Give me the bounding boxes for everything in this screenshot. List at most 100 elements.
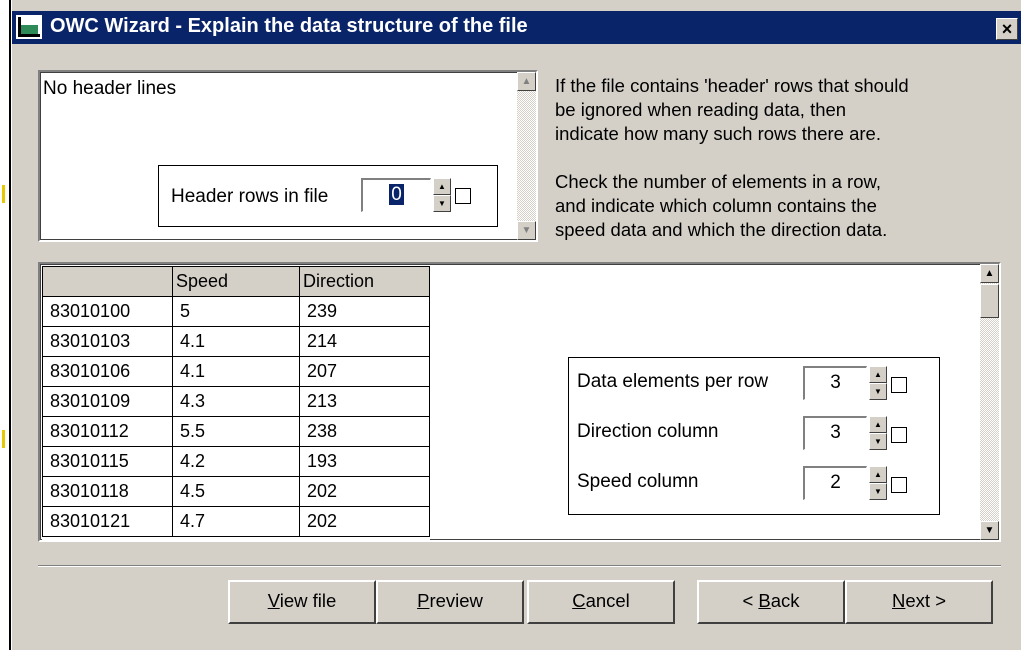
elements-per-row-spinner[interactable]: ▲ ▼ xyxy=(869,366,887,400)
spin-down-icon[interactable]: ▼ xyxy=(869,383,887,400)
table-cell: 5.5 xyxy=(172,416,300,447)
table-cell: 202 xyxy=(299,506,430,537)
header-rows-label: Header rows in file xyxy=(171,186,329,207)
direction-column-input[interactable]: 3 xyxy=(803,416,867,450)
table-cell: 239 xyxy=(299,296,430,327)
table-cell: 4.2 xyxy=(172,446,300,477)
table-cell: 83010106 xyxy=(42,356,173,387)
table-cell: 83010109 xyxy=(42,386,173,417)
column-header-direction[interactable]: Direction xyxy=(299,266,430,297)
table-cell: 83010115 xyxy=(42,446,173,477)
back-mnemonic: B xyxy=(758,590,771,611)
next-mnemonic: N xyxy=(892,590,906,611)
table-cell: 83010103 xyxy=(42,326,173,357)
chart-icon xyxy=(16,15,42,39)
spin-up-icon[interactable]: ▲ xyxy=(869,416,887,433)
data-table: Speed Direction 83010100 5 239 83010103 4.1 2… xyxy=(42,266,430,537)
preview-button[interactable]: Preview xyxy=(376,580,524,624)
separator xyxy=(38,565,1001,567)
header-rows-value: 0 xyxy=(389,184,404,205)
data-preview-scrollbar[interactable]: ▲ ▼ xyxy=(980,264,999,540)
back-prefix: < xyxy=(742,590,759,611)
elements-per-row-checkbox[interactable] xyxy=(891,377,907,393)
table-cell: 83010118 xyxy=(42,476,173,507)
spin-down-icon[interactable]: ▼ xyxy=(869,433,887,450)
spin-up-icon[interactable]: ▲ xyxy=(433,178,451,195)
cancel-label: ancel xyxy=(585,590,630,611)
table-row: 83010112 5.5 238 xyxy=(42,416,430,447)
back-button[interactable]: < Back xyxy=(697,580,845,624)
close-icon[interactable]: × xyxy=(996,18,1018,40)
column-header-speed[interactable]: Speed xyxy=(172,266,300,297)
speed-column-spinner[interactable]: ▲ ▼ xyxy=(869,466,887,500)
back-label: ack xyxy=(770,590,800,611)
table-row: 83010109 4.3 213 xyxy=(42,386,430,417)
table-row: 83010106 4.1 207 xyxy=(42,356,430,387)
direction-column-checkbox[interactable] xyxy=(891,427,907,443)
table-row: 83010100 5 239 xyxy=(42,296,430,327)
instruction-line: Check the number of elements in a row, xyxy=(555,171,881,192)
next-button[interactable]: Next > xyxy=(845,580,993,624)
table-cell: 83010121 xyxy=(42,506,173,537)
preview-label: review xyxy=(429,590,483,611)
arrow-up-icon[interactable]: ▲ xyxy=(517,72,536,91)
window-left-edge xyxy=(0,0,12,650)
table-cell: 214 xyxy=(299,326,430,357)
table-cell: 4.7 xyxy=(172,506,300,537)
arrow-up-icon[interactable]: ▲ xyxy=(980,264,999,283)
instructions-para-1: If the file contains 'header' rows that … xyxy=(555,74,1005,146)
table-cell: 4.1 xyxy=(172,326,300,357)
window-title: OWC Wizard - Explain the data structure … xyxy=(50,15,528,37)
table-row: 83010118 4.5 202 xyxy=(42,476,430,507)
elements-per-row-label: Data elements per row xyxy=(577,371,769,392)
speed-column-input[interactable]: 2 xyxy=(803,466,867,500)
arrow-down-icon[interactable]: ▼ xyxy=(980,521,999,540)
column-header xyxy=(42,266,173,297)
data-preview-panel: Speed Direction 83010100 5 239 83010103 4.1 2… xyxy=(38,262,1001,542)
cancel-mnemonic: C xyxy=(572,590,586,611)
speed-column-checkbox[interactable] xyxy=(891,477,907,493)
instruction-line: be ignored when reading data, then xyxy=(555,99,847,120)
table-cell: 213 xyxy=(299,386,430,417)
speed-column-label: Speed column xyxy=(577,471,699,492)
direction-column-spinner[interactable]: ▲ ▼ xyxy=(869,416,887,450)
direction-column-label: Direction column xyxy=(577,421,719,442)
title-bar: OWC Wizard - Explain the data structure … xyxy=(12,11,1021,44)
instruction-line: indicate how many such rows there are. xyxy=(555,123,881,144)
column-settings-group: Data elements per row 3 ▲ ▼ Direction co… xyxy=(568,357,940,515)
header-rows-input[interactable]: 0 xyxy=(361,178,431,212)
data-grid[interactable]: Speed Direction 83010100 5 239 83010103 4.1 2… xyxy=(42,266,430,540)
table-cell: 193 xyxy=(299,446,430,477)
table-cell: 4.3 xyxy=(172,386,300,417)
view-file-label: iew file xyxy=(279,590,337,611)
spin-down-icon[interactable]: ▼ xyxy=(869,483,887,500)
instruction-line: and indicate which column contains the xyxy=(555,195,877,216)
spin-up-icon[interactable]: ▲ xyxy=(869,466,887,483)
cancel-button[interactable]: Cancel xyxy=(527,580,675,624)
header-preview-scrollbar[interactable]: ▲ ▼ xyxy=(517,72,536,240)
instruction-line: If the file contains 'header' rows that … xyxy=(555,75,909,96)
preview-mnemonic: P xyxy=(417,590,430,611)
view-file-button[interactable]: View file xyxy=(228,580,376,624)
view-file-mnemonic: V xyxy=(267,590,280,611)
elements-per-row-input[interactable]: 3 xyxy=(803,366,867,400)
table-row: 83010115 4.2 193 xyxy=(42,446,430,477)
table-cell: 4.1 xyxy=(172,356,300,387)
table-cell: 83010100 xyxy=(42,296,173,327)
spin-up-icon[interactable]: ▲ xyxy=(869,366,887,383)
instructions-para-2: Check the number of elements in a row, a… xyxy=(555,170,1005,242)
table-cell: 4.5 xyxy=(172,476,300,507)
table-cell: 83010112 xyxy=(42,416,173,447)
table-header-row: Speed Direction xyxy=(42,266,430,297)
header-rows-checkbox[interactable] xyxy=(455,188,471,204)
scrollbar-thumb[interactable] xyxy=(980,284,999,318)
header-preview-panel: No header lines Header rows in file 0 ▲ … xyxy=(38,70,538,242)
table-cell: 207 xyxy=(299,356,430,387)
header-rows-group: Header rows in file 0 ▲ ▼ xyxy=(158,165,498,227)
instruction-line: speed data and which the direction data. xyxy=(555,219,888,240)
spin-down-icon[interactable]: ▼ xyxy=(433,195,451,212)
header-preview-text: No header lines xyxy=(43,78,177,99)
arrow-down-icon[interactable]: ▼ xyxy=(517,221,536,240)
next-label: ext > xyxy=(905,590,946,611)
header-rows-spinner[interactable]: ▲ ▼ xyxy=(433,178,451,212)
